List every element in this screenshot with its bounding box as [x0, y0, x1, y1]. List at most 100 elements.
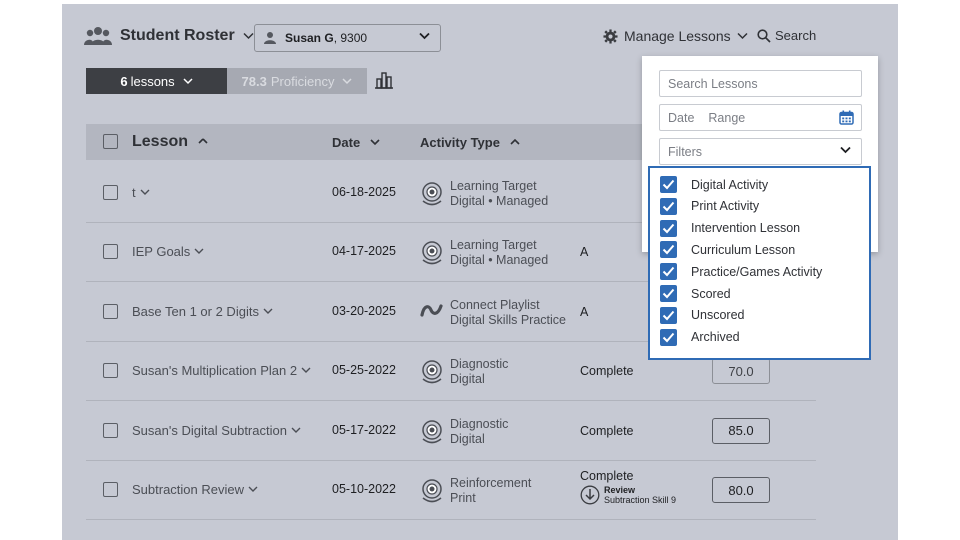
- check-icon: [662, 332, 675, 343]
- filter-checkbox[interactable]: [660, 176, 677, 193]
- lesson-header-label: Lesson: [132, 133, 189, 150]
- gear-icon: [603, 28, 618, 44]
- review-title: Review: [604, 485, 636, 495]
- filter-option[interactable]: Curriculum Lesson: [660, 241, 795, 259]
- filter-option[interactable]: Archived: [660, 328, 740, 346]
- activity-type-title: Connect Playlist: [450, 297, 540, 312]
- lesson-name-menu[interactable]: t: [132, 185, 150, 200]
- lesson-name-menu[interactable]: Subtraction Review: [132, 482, 258, 497]
- check-icon: [662, 288, 675, 299]
- row-checkbox[interactable]: [103, 363, 118, 379]
- sort-date-header[interactable]: Date: [332, 124, 384, 160]
- row-checkbox[interactable]: [103, 482, 118, 497]
- activity-icon: [420, 419, 444, 448]
- filter-checkbox[interactable]: [660, 241, 677, 259]
- date-range-input[interactable]: Date Range: [659, 104, 862, 131]
- search-label: Search: [775, 28, 817, 43]
- activity-type-title: Learning Target: [450, 238, 537, 253]
- check-icon: [662, 223, 675, 234]
- filter-checkbox[interactable]: [660, 285, 677, 302]
- score-box[interactable]: 85.0: [712, 417, 770, 444]
- date-label: Date: [668, 110, 695, 125]
- lesson-date: 05-17-2022: [332, 422, 396, 437]
- activity-type-subtitle: Digital Skills Practice: [450, 312, 567, 327]
- activity-icon: [420, 240, 444, 269]
- activity-type: Connect Playlist Digital Skills Practice: [450, 298, 566, 328]
- proficiency-value: 78.3: [241, 73, 267, 89]
- chevron-down-icon: [419, 32, 430, 40]
- chevron-down-icon: [243, 32, 254, 40]
- student-id: , 9300: [333, 31, 368, 45]
- filter-option[interactable]: Scored: [660, 285, 731, 302]
- lesson-name-menu[interactable]: IEP Goals: [132, 244, 204, 259]
- playlist-icon: [420, 304, 443, 317]
- filter-checkbox[interactable]: [660, 263, 677, 281]
- filter-option[interactable]: Intervention Lesson: [660, 219, 800, 237]
- student-name: Susan G: [285, 31, 334, 45]
- score-box[interactable]: 80.0: [712, 477, 770, 503]
- check-icon: [662, 310, 675, 321]
- target-icon: [422, 419, 442, 443]
- lesson-name-menu[interactable]: Susan's Multiplication Plan 2: [132, 363, 311, 378]
- chevron-up-icon: [198, 138, 208, 144]
- activity-type: Learning Target Digital • Managed: [450, 238, 548, 268]
- lesson-status: Complete: [580, 469, 634, 483]
- filter-option-label: Scored: [691, 286, 731, 301]
- sort-activity-header[interactable]: Activity Type: [420, 124, 524, 160]
- person-icon: [264, 32, 276, 44]
- filter-option[interactable]: Digital Activity: [660, 176, 768, 193]
- bar-chart-icon[interactable]: [374, 71, 394, 89]
- date-header-label: Date: [332, 134, 361, 150]
- lesson-name: Susan's Digital Subtraction: [132, 422, 287, 438]
- student-roster-menu[interactable]: Student Roster: [84, 26, 254, 46]
- table-row[interactable]: Susan's Digital Subtraction 05-17-2022 Dia…: [86, 402, 816, 461]
- lessons-label: lessons: [130, 73, 175, 89]
- row-checkbox[interactable]: [103, 185, 118, 200]
- filter-option-label: Unscored: [691, 308, 745, 323]
- target-icon: [422, 360, 442, 384]
- chevron-down-icon: [840, 146, 851, 154]
- filter-checkbox[interactable]: [660, 328, 677, 346]
- proficiency-dropdown[interactable]: 78.3 Proficiency: [227, 68, 367, 94]
- review-detail: Subtraction Skill 9: [604, 495, 677, 505]
- activity-type-title: Diagnostic: [450, 357, 509, 372]
- filter-checkbox[interactable]: [660, 197, 677, 215]
- score-box[interactable]: 70.0: [712, 358, 770, 385]
- search-button[interactable]: Search: [757, 28, 816, 43]
- chevron-down-icon: [263, 308, 273, 314]
- row-checkbox[interactable]: [103, 303, 118, 319]
- filter-checkbox[interactable]: [660, 219, 677, 237]
- lesson-name-menu[interactable]: Susan's Digital Subtraction: [132, 423, 301, 438]
- filter-checkbox[interactable]: [660, 306, 677, 324]
- calendar-icon[interactable]: [839, 110, 854, 125]
- activity-type-title: Diagnostic: [450, 416, 509, 431]
- lessons-count-dropdown[interactable]: 6 lessons: [86, 68, 227, 94]
- search-lessons-placeholder: Search Lessons: [668, 76, 758, 91]
- check-icon: [662, 245, 675, 255]
- filter-options-panel: Digital Activity Print Activity Interventi…: [648, 166, 871, 360]
- lesson-name-menu[interactable]: Base Ten 1 or 2 Digits: [132, 304, 273, 319]
- filter-option-label: Digital Activity: [691, 177, 769, 192]
- filters-select[interactable]: Filters: [659, 138, 862, 165]
- activity-type-title: Learning Target: [450, 179, 537, 193]
- select-all-checkbox[interactable]: [103, 134, 118, 149]
- download-circle-icon: [580, 485, 600, 505]
- student-select[interactable]: Susan G, 9300: [254, 24, 441, 52]
- table-row[interactable]: Subtraction Review 05-10-2022 Reinforcemen…: [86, 461, 816, 520]
- chevron-up-icon: [510, 138, 520, 145]
- review-link[interactable]: Review Subtraction Skill 9: [580, 485, 676, 505]
- filter-option[interactable]: Unscored: [660, 306, 745, 324]
- target-icon: [422, 241, 442, 265]
- filter-option[interactable]: Practice/Games Activity: [660, 263, 823, 281]
- lessons-count: 6: [120, 73, 128, 89]
- search-lessons-input[interactable]: Search Lessons: [659, 70, 862, 97]
- lesson-date: 04-17-2025: [332, 244, 396, 259]
- row-checkbox[interactable]: [103, 422, 118, 438]
- row-checkbox[interactable]: [103, 244, 118, 260]
- manage-lessons-menu[interactable]: Manage Lessons: [603, 28, 748, 44]
- check-icon: [662, 179, 675, 190]
- sort-lesson-header[interactable]: Lesson: [132, 124, 212, 160]
- filter-option[interactable]: Print Activity: [660, 197, 759, 215]
- filter-option-label: Practice/Games Activity: [691, 264, 823, 279]
- activity-icon: [420, 300, 444, 323]
